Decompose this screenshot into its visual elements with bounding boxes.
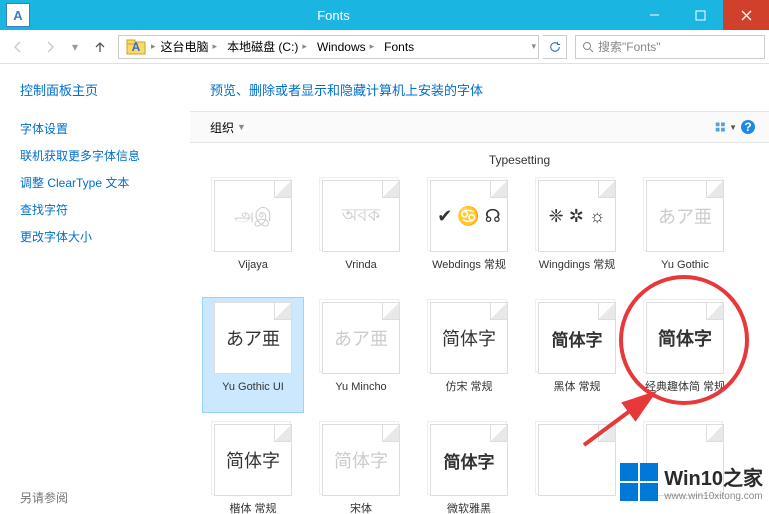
font-name: Yu Mincho <box>335 380 386 408</box>
font-name: Vijaya <box>238 258 268 286</box>
svg-text:?: ? <box>744 120 751 134</box>
svg-text:A: A <box>132 40 141 54</box>
breadcrumb-item[interactable]: 这台电脑▸ <box>156 36 223 58</box>
font-preview: 简体字 <box>538 302 616 374</box>
maximize-button[interactable] <box>677 0 723 30</box>
windows-logo-icon <box>620 463 658 501</box>
window-title: Fonts <box>36 8 631 23</box>
font-preview: 简体字 <box>430 424 508 496</box>
font-item[interactable]: ❈ ✲ ☼ Wingdings 常规 <box>526 175 628 291</box>
help-button[interactable]: ? <box>737 116 759 138</box>
font-preview: অবক <box>322 180 400 252</box>
app-icon: A <box>6 3 30 27</box>
font-item[interactable]: ✔ ♋ ☊ Webdings 常规 <box>418 175 520 291</box>
font-preview: ✔ ♋ ☊ <box>430 180 508 252</box>
font-name: 仿宋 常规 <box>445 380 492 408</box>
font-preview: あア亜 <box>214 302 292 374</box>
font-preview: 简体字 <box>646 302 724 374</box>
font-name: 宋体 <box>350 502 372 514</box>
view-options-button[interactable]: ▼ <box>715 116 737 138</box>
font-name: Yu Gothic UI <box>222 380 284 408</box>
font-preview: அஇ <box>214 180 292 252</box>
page-title: 预览、删除或者显示和隐藏计算机上安装的字体 <box>190 64 769 111</box>
font-item[interactable]: অবক Vrinda <box>310 175 412 291</box>
font-item[interactable]: 简体字宋体 <box>310 419 412 514</box>
forward-button <box>36 33 64 61</box>
font-item[interactable]: 简体字楷体 常规 <box>202 419 304 514</box>
refresh-button[interactable] <box>543 35 567 59</box>
font-grid: Typesetting அஇ Vijaya অবক Vrinda ✔ ♋ ☊ Webdin… <box>190 143 769 514</box>
font-preview: 简体字 <box>214 424 292 496</box>
watermark-title: Win10之家 <box>664 462 763 491</box>
sidebar: 控制面板主页 字体设置 联机获取更多字体信息 调整 ClearType 文本 查… <box>0 64 190 514</box>
titlebar: A Fonts <box>0 0 769 30</box>
search-icon <box>582 41 594 53</box>
font-preview: あア亜 <box>322 302 400 374</box>
font-name: 楷体 常规 <box>229 502 276 514</box>
font-item[interactable]: 简体字仿宋 常规 <box>418 297 520 413</box>
history-dropdown[interactable]: ▾ <box>68 33 82 61</box>
font-preview: 简体字 <box>322 424 400 496</box>
sidebar-link[interactable]: 查找字符 <box>20 196 189 223</box>
font-item[interactable]: 简体字黑体 常规 <box>526 297 628 413</box>
font-item[interactable] <box>526 419 628 514</box>
font-preview: あア亜 <box>646 180 724 252</box>
content-area: 预览、删除或者显示和隐藏计算机上安装的字体 组织 ▼ ▼ ? Typesetti… <box>190 64 769 514</box>
section-label: Typesetting <box>282 153 757 167</box>
breadcrumb-item[interactable]: 本地磁盘 (C:)▸ <box>222 36 312 58</box>
search-input[interactable]: 搜索"Fonts" <box>575 35 765 59</box>
back-button[interactable] <box>4 33 32 61</box>
toolbar: 组织 ▼ ▼ ? <box>190 111 769 143</box>
navbar: ▾ A ▸ 这台电脑▸ 本地磁盘 (C:)▸ Windows▸ Fonts ▾ … <box>0 30 769 64</box>
sidebar-link[interactable]: 字体设置 <box>20 115 189 142</box>
dropdown-icon[interactable]: ▾ <box>531 41 536 52</box>
folder-icon: A <box>125 36 147 58</box>
font-name: Yu Gothic <box>661 258 709 286</box>
font-item[interactable]: あア亜 Yu Gothic UI <box>202 297 304 413</box>
font-item[interactable]: あア亜 Yu Gothic <box>634 175 736 291</box>
see-also-label: 另请参阅 <box>20 489 68 506</box>
font-preview: 简体字 <box>430 302 508 374</box>
font-name: Wingdings 常规 <box>539 258 615 286</box>
control-panel-home-link[interactable]: 控制面板主页 <box>20 80 189 99</box>
sidebar-link[interactable]: 调整 ClearType 文本 <box>20 169 189 196</box>
breadcrumb-item[interactable]: Windows▸ <box>312 36 379 58</box>
organize-button[interactable]: 组织 ▼ <box>200 115 256 140</box>
font-item[interactable]: 简体字微软雅黑 <box>418 419 520 514</box>
watermark: Win10之家 www.win10xitong.com <box>620 462 763 502</box>
font-item[interactable]: あア亜 Yu Mincho <box>310 297 412 413</box>
font-name: 经典趣体简 常规 <box>645 380 725 408</box>
font-item[interactable]: அஇ Vijaya <box>202 175 304 291</box>
sidebar-link[interactable]: 更改字体大小 <box>20 223 189 250</box>
font-name: 黑体 常规 <box>553 380 600 408</box>
minimize-button[interactable] <box>631 0 677 30</box>
up-button[interactable] <box>86 33 114 61</box>
font-item[interactable]: 简体字经典趣体简 常规 <box>634 297 736 413</box>
sidebar-link[interactable]: 联机获取更多字体信息 <box>20 142 189 169</box>
search-placeholder: 搜索"Fonts" <box>598 38 661 55</box>
breadcrumb[interactable]: A ▸ 这台电脑▸ 本地磁盘 (C:)▸ Windows▸ Fonts ▾ <box>118 35 539 59</box>
breadcrumb-item[interactable]: Fonts <box>379 36 419 58</box>
font-name: Webdings 常规 <box>432 258 506 286</box>
font-name: Vrinda <box>345 258 376 286</box>
font-preview <box>538 424 616 496</box>
font-name: 微软雅黑 <box>447 502 491 514</box>
watermark-url: www.win10xitong.com <box>664 491 763 502</box>
font-preview: ❈ ✲ ☼ <box>538 180 616 252</box>
close-button[interactable] <box>723 0 769 30</box>
